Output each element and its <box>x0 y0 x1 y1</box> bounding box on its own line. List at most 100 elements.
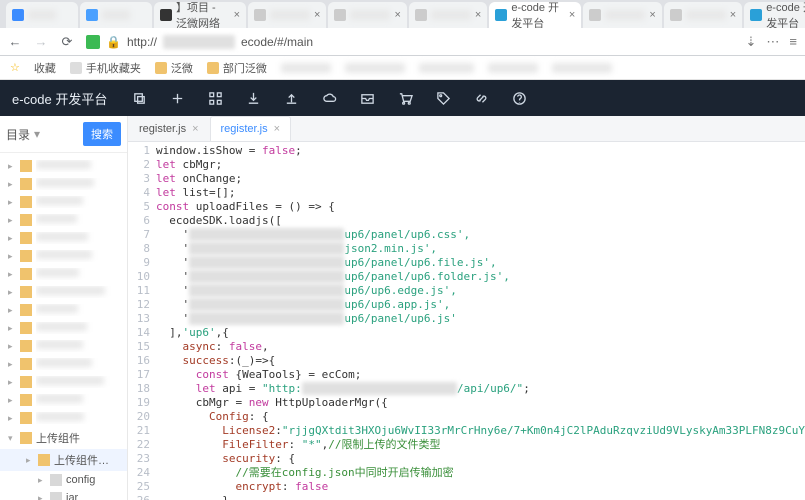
browser-tab[interactable]: × <box>664 2 742 28</box>
chevron-icon: ▸ <box>8 197 16 208</box>
editor-pane: register.js× register.js× 12345678910111… <box>128 116 805 500</box>
help-icon[interactable] <box>505 84 533 112</box>
line-gutter: 1234567891011121314151617181920212223242… <box>128 142 156 500</box>
chevron-icon: ▸ <box>38 475 46 486</box>
plus-icon[interactable] <box>163 84 191 112</box>
tree-item[interactable]: ▸ <box>0 247 127 265</box>
copy-icon[interactable] <box>125 84 153 112</box>
bookmark-item[interactable]: 泛微 <box>155 60 193 76</box>
chevron-icon: ▸ <box>38 493 46 500</box>
tree-label <box>36 376 119 388</box>
chevron-icon: ▸ <box>8 323 16 334</box>
browser-tab[interactable]: × <box>328 2 406 28</box>
bookmark-item[interactable] <box>419 63 474 73</box>
tree-item[interactable]: ▸ <box>0 301 127 319</box>
forward-button[interactable]: → <box>34 34 48 49</box>
chevron-icon: ▸ <box>8 233 16 244</box>
bookmark-item[interactable] <box>552 63 612 73</box>
link-icon[interactable] <box>467 84 495 112</box>
tree-item[interactable]: ▸ <box>0 373 127 391</box>
lock-icon: 🔒 <box>106 35 121 49</box>
editor-tab[interactable]: register.js× <box>128 116 210 141</box>
tree-item[interactable]: ▸ <box>0 283 127 301</box>
menu-icon[interactable]: ≡ <box>789 34 797 49</box>
file-tree[interactable]: ▸▸▸▸▸▸▸▸▸▸▸▸▸▸▸▾上传组件▸上传组件大附件▸config▸jar <box>0 153 127 500</box>
folder-icon <box>50 474 62 486</box>
close-icon[interactable]: × <box>314 9 320 21</box>
tree-item[interactable]: ▸ <box>0 229 127 247</box>
inbox-icon[interactable] <box>353 84 381 112</box>
code-editor[interactable]: 1234567891011121314151617181920212223242… <box>128 142 805 500</box>
bookmark-item[interactable]: 收藏 <box>34 60 56 76</box>
tree-item[interactable]: ▸ <box>0 265 127 283</box>
cart-icon[interactable] <box>391 84 419 112</box>
tree-label <box>36 304 119 316</box>
address-bar[interactable]: 🔒 http://xxxxxxecode/#/main <box>86 35 313 49</box>
chevron-icon: ▸ <box>8 215 16 226</box>
tree-item[interactable]: ▾上传组件 <box>0 427 127 449</box>
catalog-dropdown[interactable]: 目录▾ <box>6 126 77 143</box>
shield-icon <box>86 35 100 49</box>
editor-tab-active[interactable]: register.js× <box>210 116 292 141</box>
download-icon[interactable]: ⇣ <box>746 34 757 50</box>
tree-label <box>36 196 119 208</box>
tree-item[interactable]: ▸ <box>0 175 127 193</box>
tag-icon[interactable] <box>429 84 457 112</box>
close-icon[interactable]: × <box>475 9 481 21</box>
browser-tab[interactable]: × <box>583 2 661 28</box>
tab-label: 】项目 - 泛微网络 <box>176 0 230 28</box>
close-icon[interactable]: × <box>394 9 400 21</box>
bookmark-item[interactable]: 部门泛微 <box>207 60 267 76</box>
tree-label <box>36 340 119 352</box>
code-content[interactable]: window.isShow = false; let cbMgr; let on… <box>156 142 805 500</box>
close-icon[interactable]: × <box>730 9 736 21</box>
app-header: e-code 开发平台 <box>0 80 805 116</box>
tree-label <box>36 160 119 172</box>
tree-item[interactable]: ▸ <box>0 157 127 175</box>
browser-tab[interactable]: × <box>409 2 487 28</box>
more-icon[interactable]: ⋯ <box>766 34 779 50</box>
back-button[interactable]: ← <box>8 34 22 49</box>
chevron-icon: ▸ <box>8 341 16 352</box>
tree-item[interactable]: ▸ <box>0 391 127 409</box>
tree-item[interactable]: ▸ <box>0 337 127 355</box>
grid-icon[interactable] <box>201 84 229 112</box>
chevron-icon: ▸ <box>8 287 16 298</box>
folder-icon <box>20 376 32 388</box>
cloud-icon[interactable] <box>315 84 343 112</box>
browser-tab[interactable]: × <box>248 2 326 28</box>
browser-tab[interactable] <box>6 2 78 28</box>
bookmark-item[interactable] <box>345 63 405 73</box>
bookmark-item[interactable]: 手机收藏夹 <box>70 60 141 76</box>
download-icon[interactable] <box>239 84 267 112</box>
tree-item[interactable]: ▸ <box>0 319 127 337</box>
tree-item[interactable]: ▸ <box>0 409 127 427</box>
tree-label <box>36 394 119 406</box>
reload-button[interactable]: ⟳ <box>60 34 74 50</box>
chevron-icon: ▸ <box>26 455 34 466</box>
tree-label: config <box>66 474 119 486</box>
browser-tab[interactable]: 】项目 - 泛微网络 × <box>154 2 246 28</box>
close-icon[interactable]: × <box>274 123 280 135</box>
tree-item[interactable]: ▸ <box>0 211 127 229</box>
close-icon[interactable]: × <box>649 9 655 21</box>
folder-icon <box>20 432 32 444</box>
close-icon[interactable]: × <box>569 9 575 21</box>
upload-icon[interactable] <box>277 84 305 112</box>
star-icon[interactable]: ☆ <box>10 61 20 74</box>
tree-item[interactable]: ▸上传组件大附件 <box>0 449 127 471</box>
search-button[interactable]: 搜索 <box>83 122 121 146</box>
tree-item[interactable]: ▸ <box>0 193 127 211</box>
close-icon[interactable]: × <box>234 9 240 21</box>
tree-item[interactable]: ▸ config <box>0 471 127 489</box>
browser-tab[interactable]: e-code 开发平台× <box>744 2 805 28</box>
close-icon[interactable]: × <box>192 123 198 135</box>
tree-item[interactable]: ▸jar <box>0 489 127 500</box>
tree-item[interactable]: ▸ <box>0 355 127 373</box>
browser-tab[interactable] <box>80 2 152 28</box>
bookmark-item[interactable] <box>488 63 538 73</box>
tree-label <box>36 358 119 370</box>
tab-label: e-code 开发平台 <box>766 0 805 28</box>
browser-tab-active[interactable]: e-code 开发平台× <box>489 2 581 28</box>
bookmark-item[interactable] <box>281 63 331 73</box>
